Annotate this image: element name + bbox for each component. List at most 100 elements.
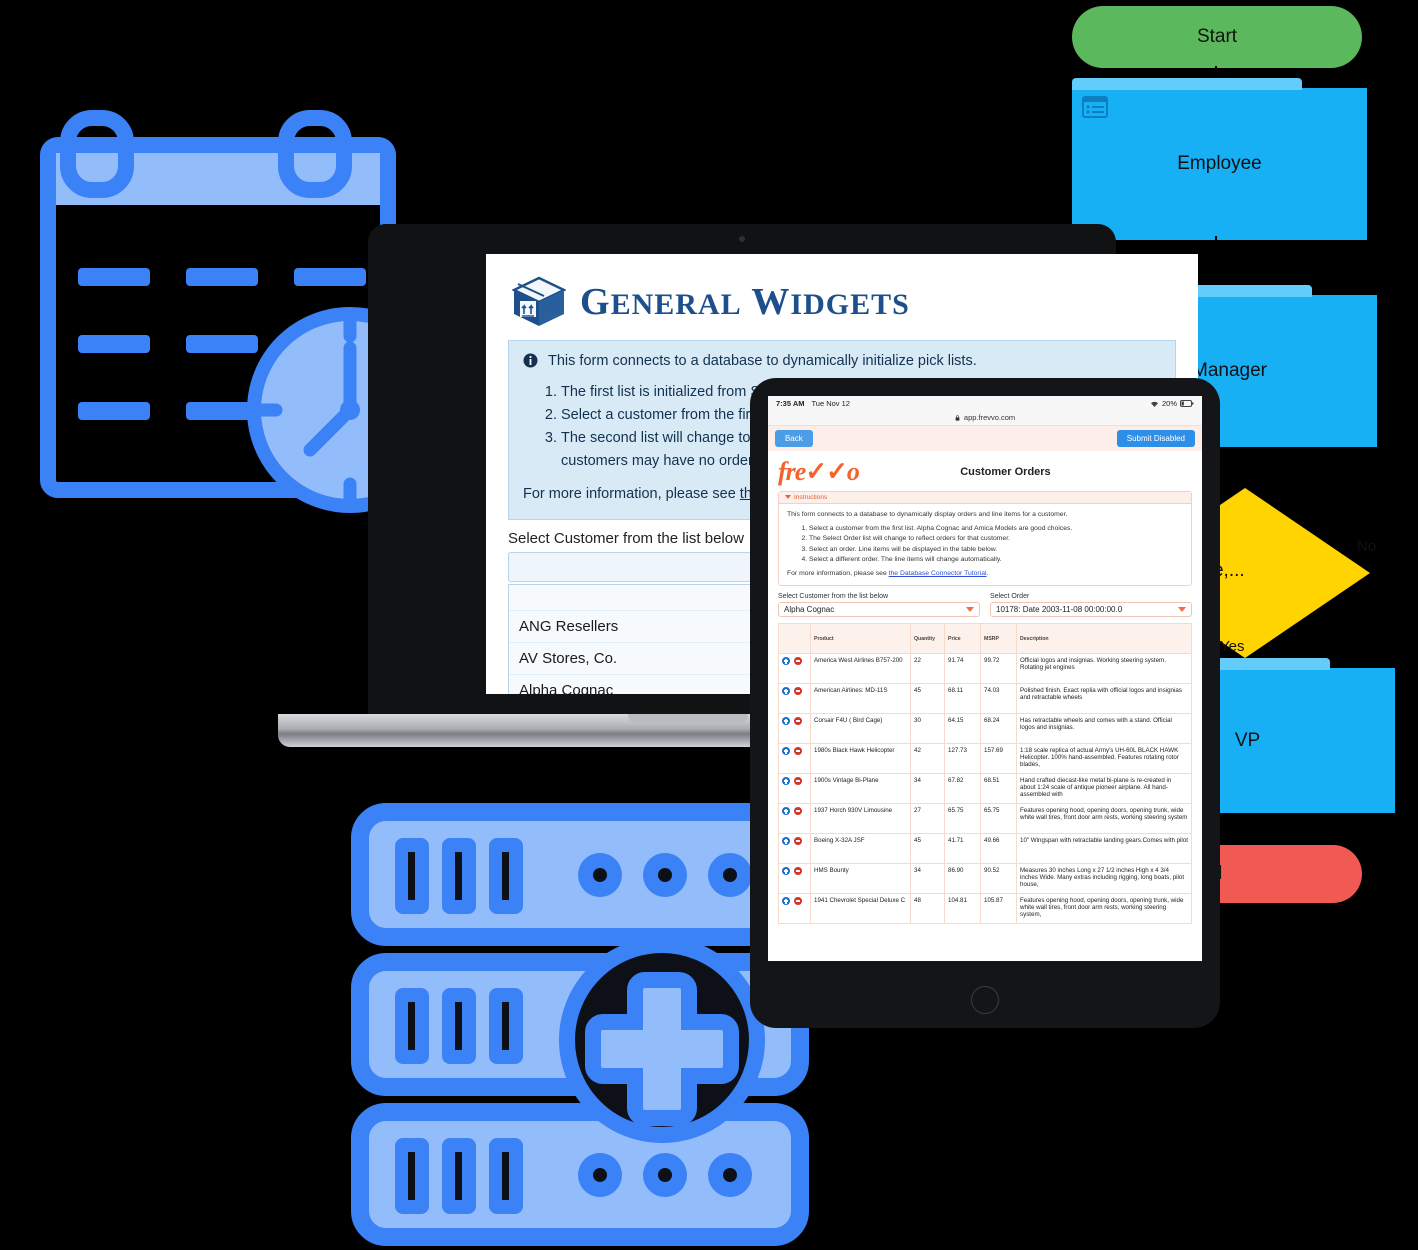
cell-price: 68.11 <box>944 683 981 715</box>
server-add-icon <box>351 803 809 1246</box>
flow-node-employee[interactable]: Employee <box>1072 78 1367 240</box>
tablet-home-button[interactable] <box>971 986 999 1014</box>
cell-msrp: 68.24 <box>980 713 1017 745</box>
form-toolbar: Back Submit Disabled <box>768 426 1202 451</box>
add-row-icon[interactable] <box>782 717 790 726</box>
cell-quantity: 48 <box>910 893 945 925</box>
cell-product: America West Airlines B757-200 <box>810 653 911 685</box>
cell-msrp: 90.52 <box>980 863 1017 895</box>
delete-row-icon[interactable] <box>794 657 802 666</box>
browser-address-bar[interactable]: app.frevvo.com <box>768 411 1202 426</box>
logo-check-marks: ✓✓ <box>805 457 848 486</box>
row-actions[interactable] <box>778 683 811 715</box>
table-row[interactable]: HMS Bounty 34 86.90 90.52 Measures 30 inches… <box>778 863 1192 895</box>
laptop-notch <box>628 714 748 723</box>
customer-select[interactable]: Alpha Cognac <box>778 602 980 618</box>
cell-msrp: 157.69 <box>980 743 1017 775</box>
table-row[interactable]: America West Airlines B757-200 22 91.74 99.… <box>778 653 1192 685</box>
customer-field-group: Select Customer from the list below Alph… <box>778 593 980 618</box>
illustration-stage: Start Employee Manager on is false,... <box>0 0 1418 1250</box>
cell-description: 10" Wingspan with retractable landing ge… <box>1016 833 1192 865</box>
cell-product: Corsair F4U ( Bird Cage) <box>810 713 911 745</box>
delete-row-icon[interactable] <box>794 867 802 876</box>
lock-icon <box>955 415 960 421</box>
row-actions[interactable] <box>778 743 811 775</box>
row-actions[interactable] <box>778 713 811 745</box>
add-row-icon[interactable] <box>782 837 790 846</box>
submit-button[interactable]: Submit Disabled <box>1116 430 1195 447</box>
add-row-icon[interactable] <box>782 747 790 756</box>
add-row-icon[interactable] <box>782 807 790 816</box>
cell-description: Hand crafted diecast-like metal bi-plane… <box>1016 773 1192 805</box>
row-actions[interactable] <box>778 833 811 865</box>
cell-product: 1941 Chevrolet Special Deluxe C <box>810 893 911 925</box>
instructions-header[interactable]: Instructions <box>779 492 1191 504</box>
delete-row-icon[interactable] <box>794 807 802 816</box>
chevron-down-icon <box>1178 607 1186 613</box>
instructions-more-suffix: . <box>986 569 989 577</box>
row-actions[interactable] <box>778 773 811 805</box>
table-row[interactable]: American Airlines: MD-11S 45 68.11 74.03 Pol… <box>778 683 1192 715</box>
table-row[interactable]: 1900s Vintage Bi-Plane 34 67.82 68.51 Hand c… <box>778 773 1192 805</box>
add-row-icon[interactable] <box>782 657 790 666</box>
instructions-step: The Select Order list will change to ref… <box>809 534 1183 544</box>
instructions-body: This form connects to a database to dyna… <box>779 504 1191 585</box>
caret-down-icon <box>785 495 791 499</box>
order-field-label: Select Order <box>990 593 1030 601</box>
row-actions[interactable] <box>778 803 811 835</box>
delete-row-icon[interactable] <box>794 747 802 756</box>
instructions-intro: This form connects to a database to dyna… <box>787 511 1068 518</box>
info-icon <box>523 353 538 368</box>
table-col-product: Product <box>810 623 911 655</box>
add-row-icon[interactable] <box>782 777 790 786</box>
flow-edge-label-yes: Yes <box>1220 638 1245 655</box>
instructions-step: Select a customer from the first list. A… <box>809 524 1183 534</box>
add-row-icon[interactable] <box>782 867 790 876</box>
cell-price: 41.71 <box>944 833 981 865</box>
delete-row-icon[interactable] <box>794 717 802 726</box>
database-connector-tutorial-link[interactable]: the Database Connector Tutorial <box>889 570 987 577</box>
table-row[interactable]: 1980s Black Hawk Helicopter 42 127.73 157.6… <box>778 743 1192 775</box>
delete-row-icon[interactable] <box>794 837 802 846</box>
add-row-icon[interactable] <box>782 897 790 906</box>
cell-msrp: 65.75 <box>980 803 1017 835</box>
table-col-msrp: MSRP <box>980 623 1017 655</box>
table-row[interactable]: 1941 Chevrolet Special Deluxe C 48 104.81 1… <box>778 893 1192 925</box>
customer-field-label: Select Customer from the list below <box>778 593 889 601</box>
wifi-icon <box>1150 401 1158 407</box>
delete-row-icon[interactable] <box>794 687 802 696</box>
cell-description: Features opening hood, opening doors, op… <box>1016 893 1192 925</box>
row-actions[interactable] <box>778 863 811 895</box>
add-row-icon[interactable] <box>782 687 790 696</box>
cell-price: 104.81 <box>944 893 981 925</box>
title-part-1: G <box>580 281 611 323</box>
order-select-value: 10178: Date 2003-11-08 00:00:00.0 <box>996 605 1123 615</box>
cell-price: 91.74 <box>944 653 981 685</box>
row-actions[interactable] <box>778 893 811 925</box>
row-actions[interactable] <box>778 653 811 685</box>
title-part-3 <box>742 281 752 323</box>
info-intro-text: This form connects to a database to dyna… <box>548 353 977 369</box>
order-select[interactable]: 10178: Date 2003-11-08 00:00:00.0 <box>990 602 1192 618</box>
cell-description: Official logos and insignias. Working st… <box>1016 653 1192 685</box>
instructions-list: Select a customer from the first list. A… <box>797 524 1183 565</box>
table-row[interactable]: Corsair F4U ( Bird Cage) 30 64.15 68.24 Has … <box>778 713 1192 745</box>
cell-quantity: 34 <box>910 863 945 895</box>
laptop-camera <box>739 236 745 242</box>
logo-part-1: fre <box>778 457 806 486</box>
delete-row-icon[interactable] <box>794 897 802 906</box>
line-items-table: Product Quantity Price MSRP Description … <box>778 623 1192 925</box>
form-list-icon <box>1082 96 1108 118</box>
flow-node-start[interactable]: Start <box>1072 6 1362 68</box>
instructions-header-label: Instructions <box>794 494 828 501</box>
laptop-device: GENERAL WIDGETS This form connects to a … <box>268 224 1198 754</box>
logo-part-3: o <box>846 457 860 486</box>
address-bar-url: app.frevvo.com <box>963 413 1016 422</box>
cell-description: Measures 30 inches Long x 27 1/2 inches … <box>1016 863 1192 895</box>
table-row[interactable]: 1937 Horch 930V Limousine 27 65.75 65.75 Fea… <box>778 803 1192 835</box>
delete-row-icon[interactable] <box>794 777 802 786</box>
table-row[interactable]: Boeing X-32A JSF 45 41.71 49.66 10" Wingspan… <box>778 833 1192 865</box>
cell-quantity: 22 <box>910 653 945 685</box>
back-button[interactable]: Back <box>775 430 813 447</box>
title-part-5: IDGETS <box>790 288 910 321</box>
